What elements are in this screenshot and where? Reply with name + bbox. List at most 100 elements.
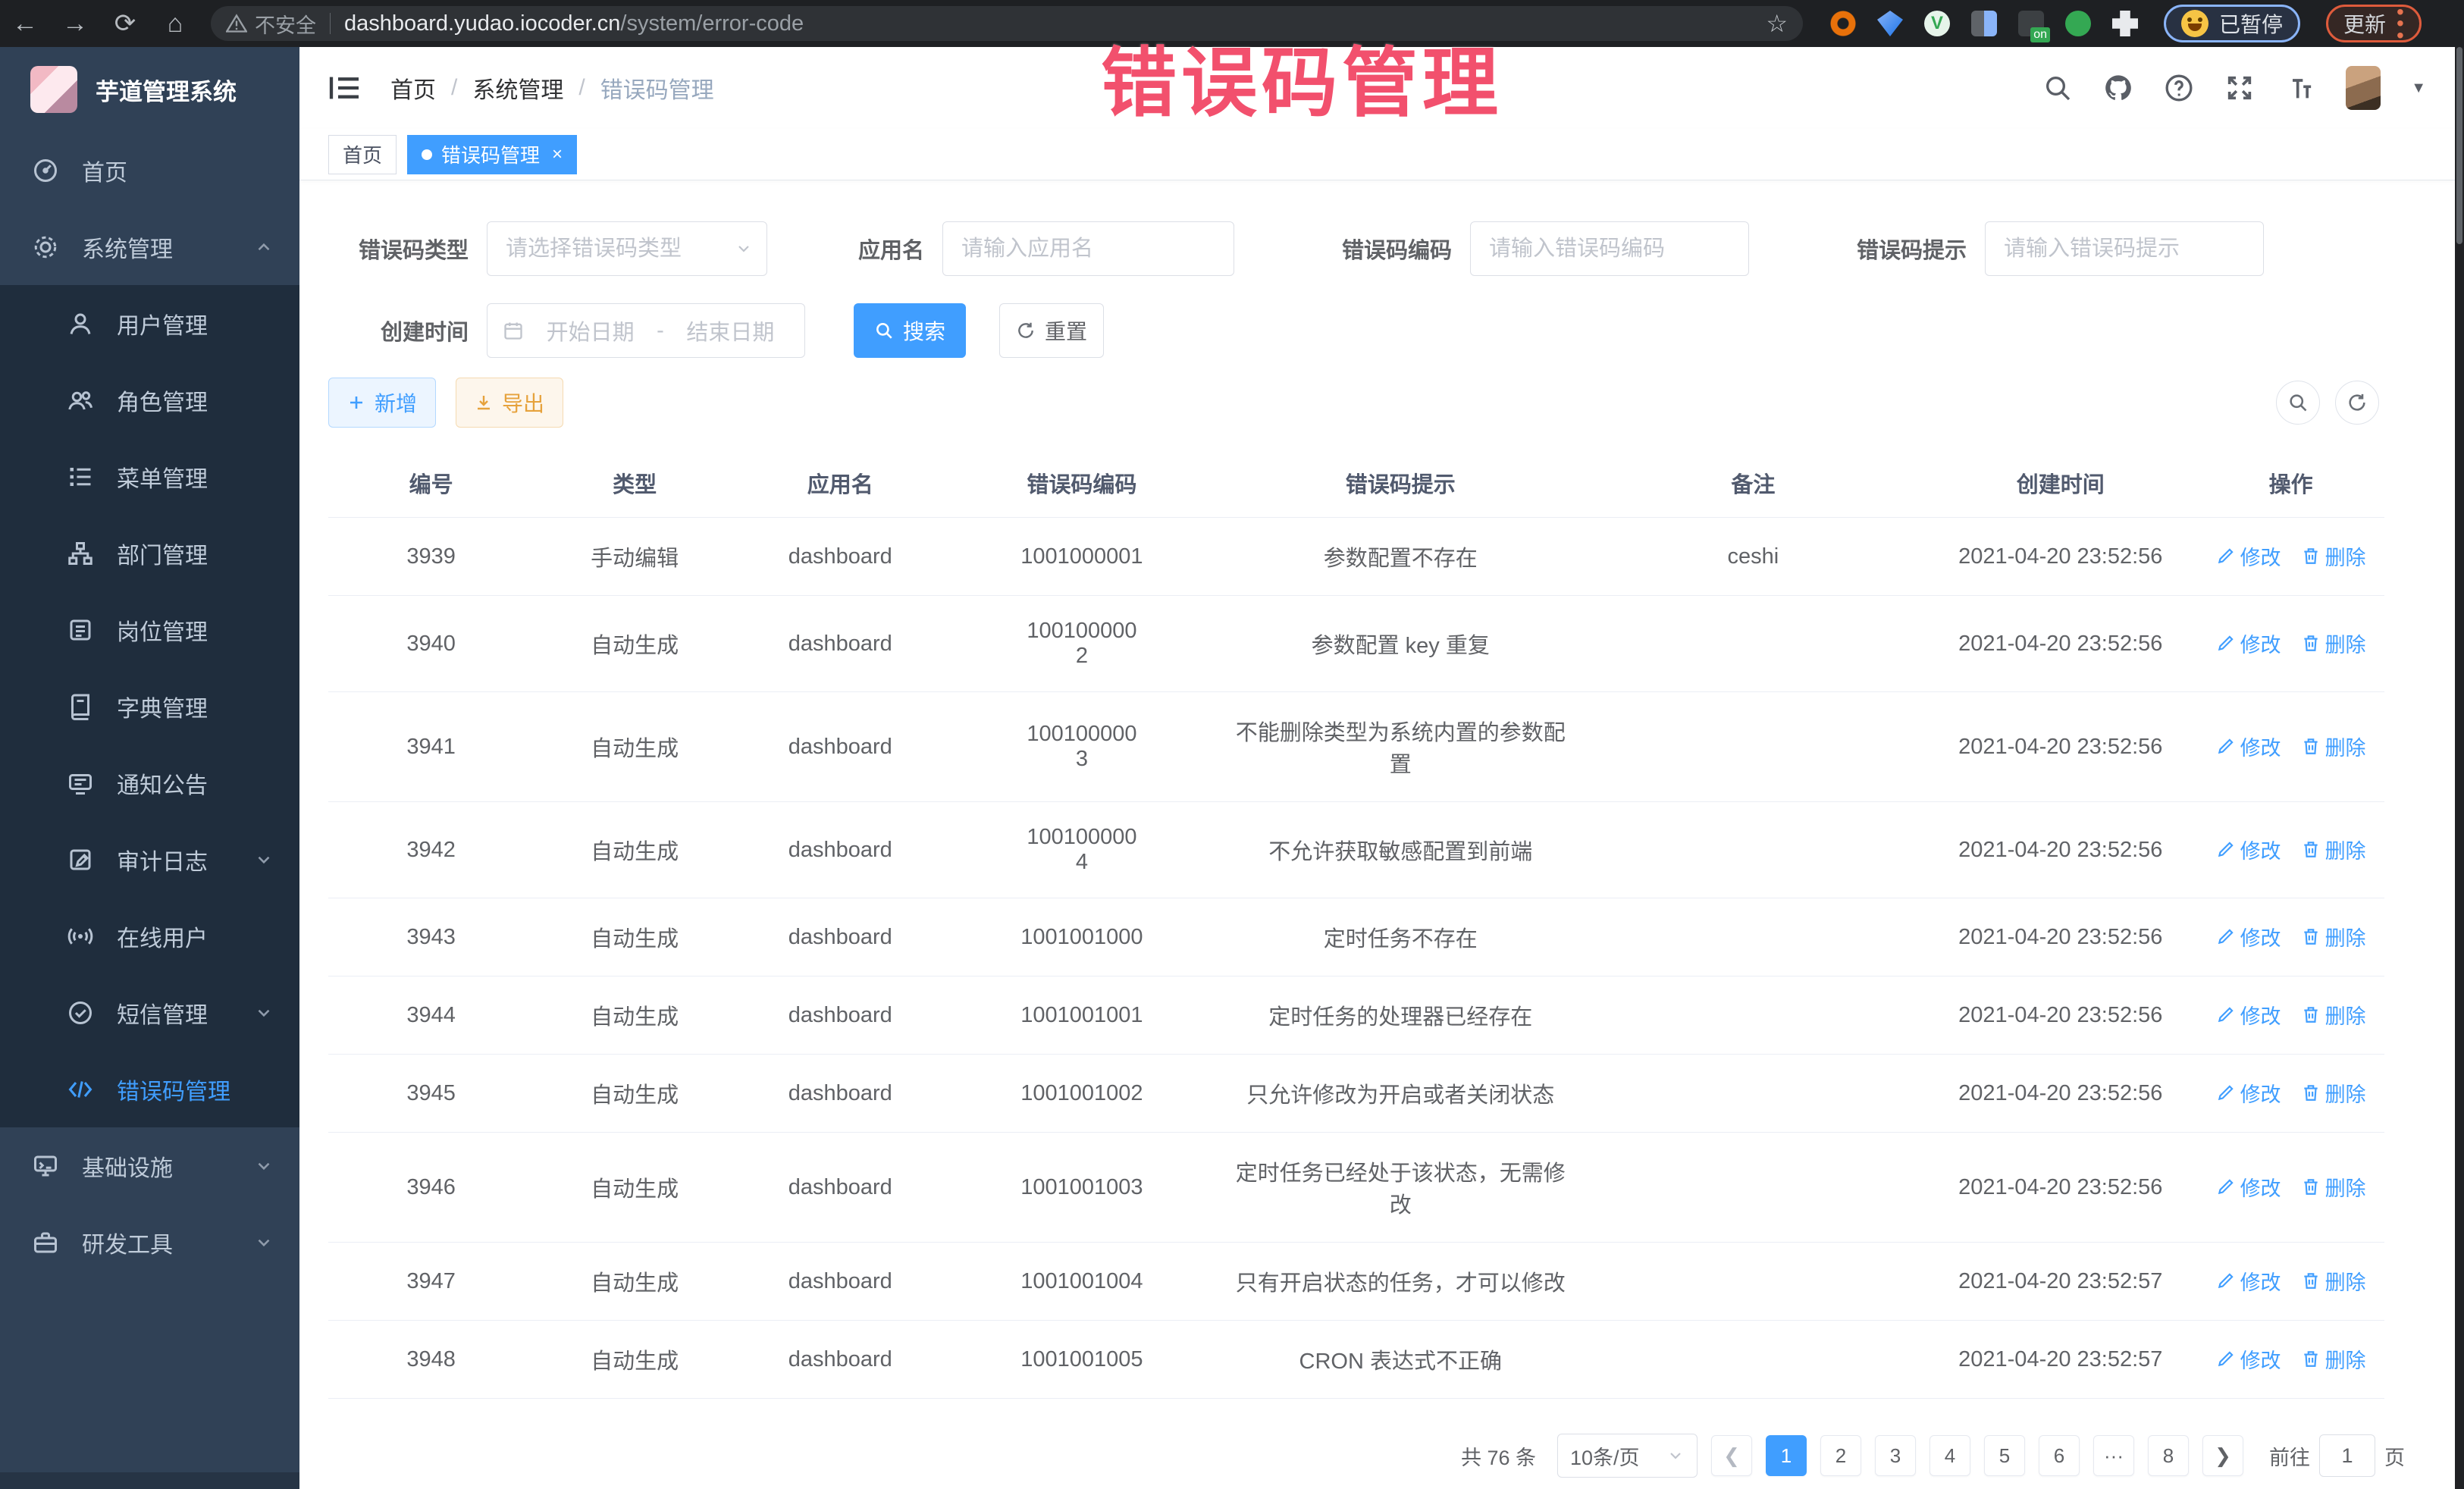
sidebar-item-audit-log[interactable]: 审计日志 [0, 821, 299, 898]
page-button-3[interactable]: 3 [1875, 1435, 1916, 1476]
edit-link[interactable]: 修改 [2216, 1078, 2281, 1108]
reset-button[interactable]: 重置 [999, 303, 1104, 358]
edit-link[interactable]: 修改 [2216, 629, 2281, 658]
font-size-icon[interactable] [2285, 73, 2315, 103]
sidebar-item-online-users[interactable]: 在线用户 [0, 898, 299, 974]
fullscreen-icon[interactable] [2224, 73, 2255, 103]
refresh-table-button[interactable] [2335, 381, 2379, 425]
github-icon[interactable] [2103, 73, 2133, 103]
page-button-2[interactable]: 2 [1820, 1435, 1861, 1476]
error-type-select[interactable] [487, 221, 767, 276]
error-code-input[interactable] [1471, 222, 1748, 275]
edit-link[interactable]: 修改 [2216, 541, 2281, 571]
not-secure-warning[interactable]: 不安全 [226, 9, 316, 39]
edit-link[interactable]: 修改 [2216, 1172, 2281, 1202]
sidebar-item-menus[interactable]: 菜单管理 [0, 438, 299, 515]
tag-close-icon[interactable]: × [552, 144, 563, 165]
page-button-5[interactable]: 5 [1984, 1435, 2025, 1476]
sidebar-item-departments[interactable]: 部门管理 [0, 515, 299, 591]
scrollbar-thumb[interactable] [2456, 47, 2462, 244]
prev-page-button[interactable]: ❮ [1711, 1435, 1752, 1476]
page-button-4[interactable]: 4 [1930, 1435, 1970, 1476]
browser-home-icon[interactable]: ⌂ [150, 9, 200, 39]
extension-green-icon[interactable] [2065, 11, 2091, 36]
edit-link[interactable]: 修改 [2216, 835, 2281, 864]
sidebar-item-error-code[interactable]: 错误码管理 [0, 1051, 299, 1127]
address-bar[interactable]: 不安全 dashboard.yudao.iocoder.cn/system/er… [211, 6, 1803, 41]
tag-home[interactable]: 首页 [328, 135, 397, 174]
sidebar-item-dev-tools[interactable]: 研发工具 [0, 1204, 299, 1281]
sidebar-item-sms[interactable]: 短信管理 [0, 974, 299, 1051]
sidebar-item-system[interactable]: 系统管理 [0, 208, 299, 285]
announcement-icon [67, 770, 94, 797]
page-size-select[interactable]: 10条/页 [1557, 1434, 1698, 1478]
collapse-sidebar-icon[interactable] [328, 74, 362, 102]
sidebar-item-posts[interactable]: 岗位管理 [0, 591, 299, 668]
browser-reload-icon[interactable]: ⟳ [100, 8, 150, 39]
bookmark-star-icon[interactable]: ☆ [1766, 9, 1788, 38]
extensions-puzzle-icon[interactable] [2112, 11, 2138, 36]
breadcrumb-system[interactable]: 系统管理 [472, 71, 563, 105]
delete-link[interactable]: 删除 [2301, 1266, 2366, 1296]
sidebar-item-roles[interactable]: 角色管理 [0, 362, 299, 438]
app-logo-row[interactable]: 芋道管理系统 [0, 47, 299, 132]
next-page-button[interactable]: ❯ [2202, 1435, 2243, 1476]
delete-link[interactable]: 删除 [2301, 1078, 2366, 1108]
error-hint-input[interactable] [1986, 222, 2263, 275]
export-button[interactable]: 导出 [456, 378, 563, 428]
extension-grid-icon[interactable] [1971, 11, 1997, 36]
page-scrollbar[interactable] [2455, 47, 2464, 1489]
add-button[interactable]: 新增 [328, 378, 436, 428]
edit-link[interactable]: 修改 [2216, 922, 2281, 951]
edit-link[interactable]: 修改 [2216, 1266, 2281, 1296]
extension-tab-manager-icon[interactable] [2018, 11, 2044, 36]
delete-link[interactable]: 删除 [2301, 629, 2366, 658]
delete-link[interactable]: 删除 [2301, 1344, 2366, 1374]
search-button[interactable]: 搜索 [854, 303, 966, 358]
error-type-select-input[interactable] [487, 222, 735, 275]
breadcrumb-home[interactable]: 首页 [390, 71, 436, 105]
delete-link[interactable]: 删除 [2301, 1172, 2366, 1202]
sidebar-item-infrastructure[interactable]: 基础设施 [0, 1127, 299, 1204]
sidebar-item-announcements[interactable]: 通知公告 [0, 744, 299, 821]
edit-link[interactable]: 修改 [2216, 1000, 2281, 1030]
create-time-range-picker[interactable]: 开始日期 - 结束日期 [487, 303, 805, 358]
sidebar-item-users[interactable]: 用户管理 [0, 285, 299, 362]
sidebar-collapse-bar[interactable] [0, 1472, 299, 1489]
browser-update-button[interactable]: 更新 ••• [2326, 5, 2422, 42]
tag-error-code[interactable]: 错误码管理 × [407, 135, 577, 174]
goto-page-input[interactable] [2319, 1434, 2375, 1477]
extension-icons: V [1830, 11, 2138, 36]
extension-vue-devtools-icon[interactable]: V [1924, 11, 1950, 36]
delete-link[interactable]: 删除 [2301, 1000, 2366, 1030]
sidebar-item-home[interactable]: 首页 [0, 132, 299, 208]
page-button-1[interactable]: 1 [1766, 1435, 1807, 1476]
edit-link[interactable]: 修改 [2216, 732, 2281, 761]
page-ellipsis[interactable]: ··· [2093, 1435, 2134, 1476]
delete-link[interactable]: 删除 [2301, 835, 2366, 864]
extension-orange-ring-icon[interactable] [1830, 11, 1856, 36]
error-hint-field[interactable] [1985, 221, 2264, 276]
avatar-caret-icon[interactable]: ▼ [2411, 80, 2426, 97]
browser-forward-icon[interactable]: → [50, 9, 100, 39]
app-name-field[interactable] [942, 221, 1234, 276]
toggle-search-button[interactable] [2276, 381, 2320, 425]
help-icon[interactable] [2164, 73, 2194, 103]
user-avatar[interactable] [2346, 66, 2381, 110]
browser-profile-button[interactable]: 已暂停 [2164, 5, 2300, 42]
page-button-6[interactable]: 6 [2039, 1435, 2080, 1476]
edit-icon [2216, 633, 2236, 653]
edit-icon [2216, 1349, 2236, 1368]
edit-link[interactable]: 修改 [2216, 1344, 2281, 1374]
browser-menu-icon[interactable]: ••• [2397, 6, 2404, 41]
page-button-8[interactable]: 8 [2148, 1435, 2189, 1476]
extension-blue-gem-icon[interactable] [1877, 11, 1903, 36]
delete-link[interactable]: 删除 [2301, 732, 2366, 761]
browser-back-icon[interactable]: ← [0, 9, 50, 39]
delete-link[interactable]: 删除 [2301, 541, 2366, 571]
search-icon[interactable] [2042, 73, 2073, 103]
sidebar-item-dictionary[interactable]: 字典管理 [0, 668, 299, 744]
error-code-field[interactable] [1470, 221, 1749, 276]
delete-link[interactable]: 删除 [2301, 922, 2366, 951]
app-name-input[interactable] [943, 222, 1234, 275]
